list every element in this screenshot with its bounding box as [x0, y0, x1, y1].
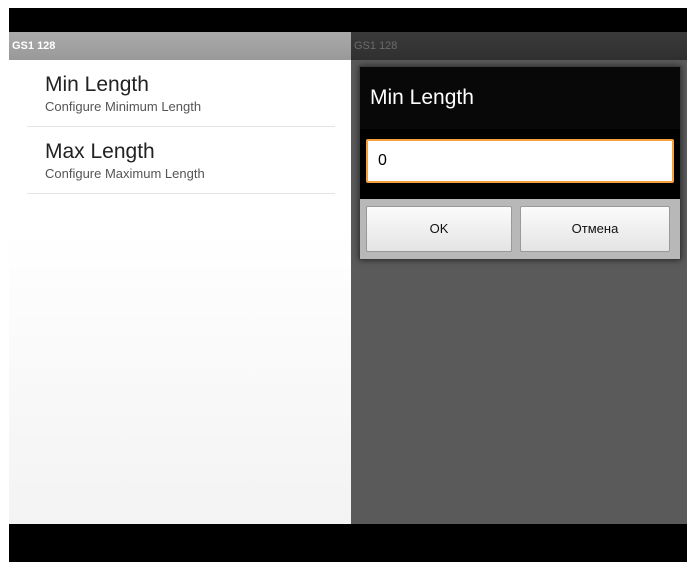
page: GS1 128 Min Length Configure Minimum Len… [0, 0, 687, 569]
pref-title: Max Length [45, 140, 155, 163]
navigation-bar [9, 524, 687, 562]
dialog-body [360, 129, 680, 199]
cancel-button[interactable]: Отмена [520, 206, 670, 252]
pref-summary: Configure Maximum Length [45, 166, 205, 181]
pref-title: Min Length [45, 73, 149, 96]
dialog-button-bar: OK Отмена [360, 199, 680, 259]
title-bar-dimmed: GS1 128 [351, 32, 687, 60]
pref-summary: Configure Minimum Length [45, 99, 202, 114]
app-title: GS1 128 [12, 40, 56, 52]
min-length-input[interactable] [366, 139, 674, 183]
ok-button[interactable]: OK [366, 206, 512, 252]
min-length-dialog: Min Length OK Отмена [359, 66, 681, 260]
app-title-dimmed: GS1 128 [354, 40, 398, 52]
dialog-header: Min Length [360, 67, 680, 129]
settings-pane: GS1 128 Min Length Configure Minimum Len… [9, 32, 351, 524]
pref-min-length[interactable]: Min Length Configure Minimum Length [27, 60, 335, 127]
title-bar: GS1 128 [9, 32, 351, 60]
dialog-title: Min Length [370, 86, 474, 109]
status-bar [9, 8, 687, 32]
pref-max-length[interactable]: Max Length Configure Maximum Length [27, 127, 335, 194]
